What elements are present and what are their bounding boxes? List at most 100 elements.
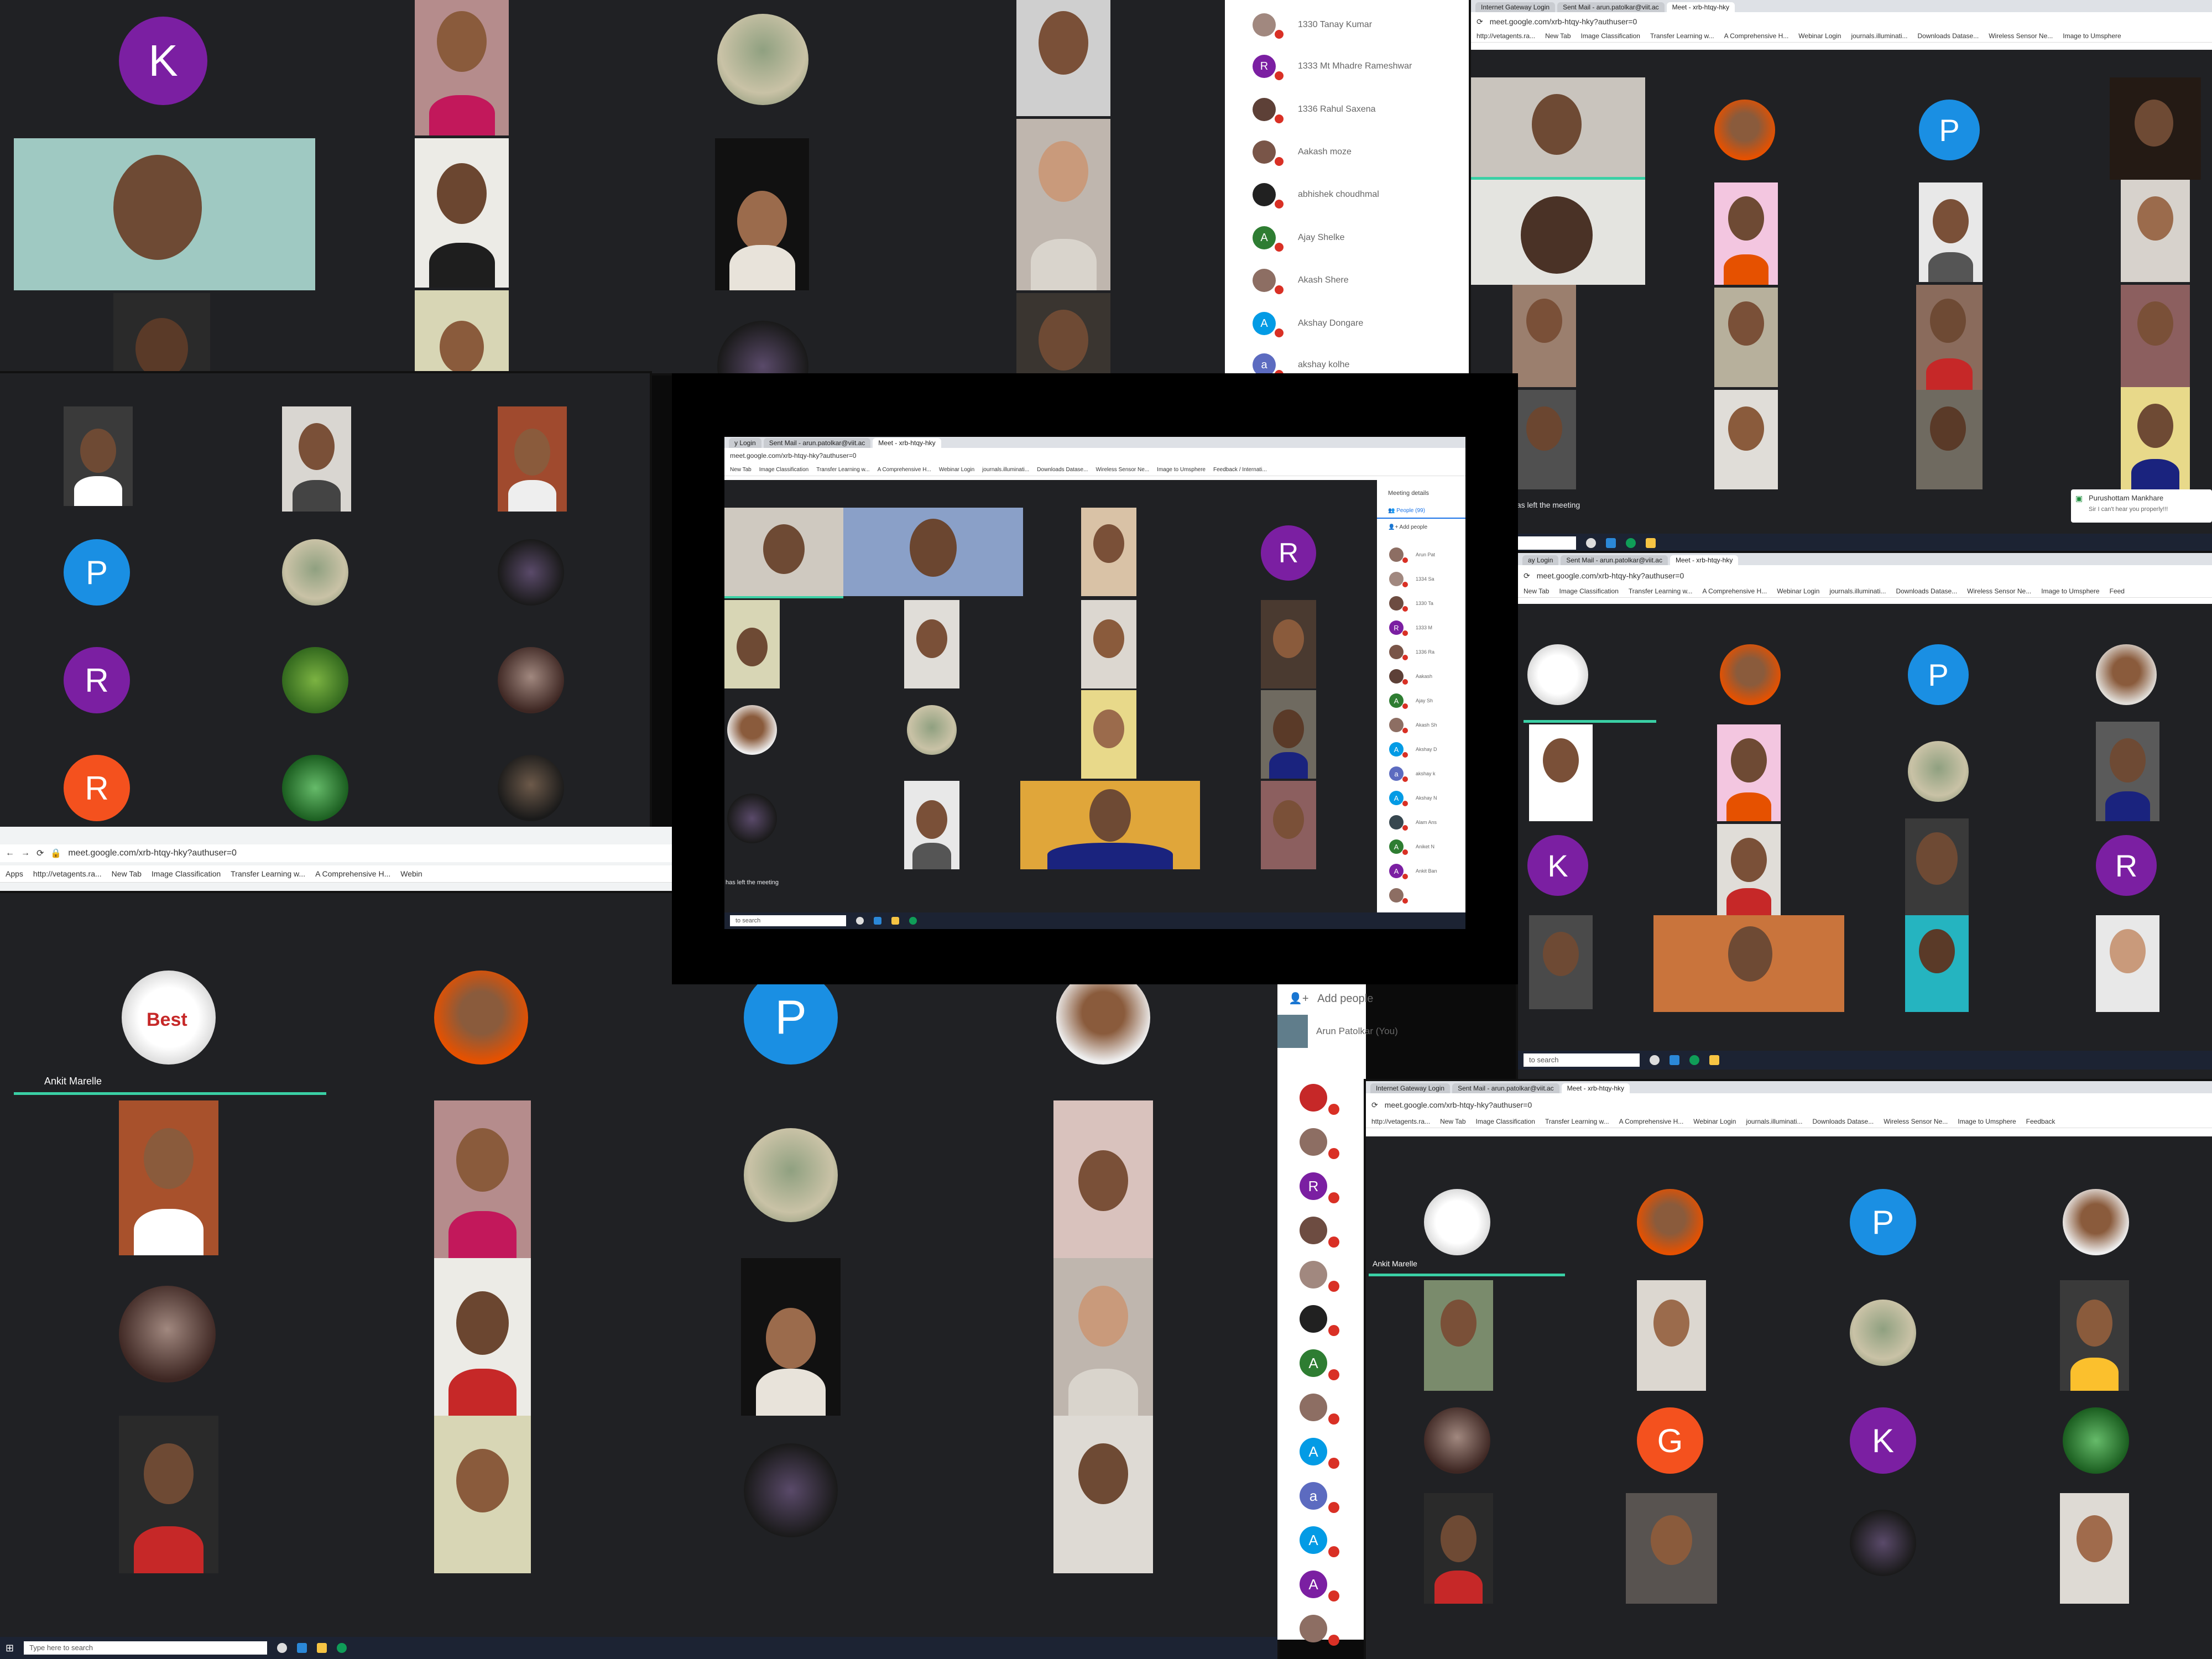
participant-row[interactable] [1277, 1123, 1366, 1161]
bookmark[interactable]: New Tab [1440, 1118, 1465, 1125]
bookmark[interactable]: New Tab [1545, 32, 1571, 40]
bookmark[interactable]: journals.illuminati... [1746, 1118, 1802, 1125]
participant-row[interactable]: 1330 Ta [1377, 592, 1465, 614]
browser-tab[interactable]: Internet Gateway Login [1475, 2, 1556, 12]
refresh-icon[interactable]: ⟳ [1371, 1100, 1378, 1110]
bookmark[interactable]: Downloads Datase... [1896, 587, 1957, 595]
participant-row[interactable] [1377, 884, 1465, 906]
bookmark[interactable]: Feedback [2026, 1118, 2056, 1125]
chrome-icon[interactable] [337, 1643, 347, 1653]
bookmark[interactable]: Webinar Login [1777, 587, 1819, 595]
bookmark[interactable]: Feedback / Internati... [1213, 467, 1267, 473]
bookmark[interactable]: Transfer Learning w... [816, 467, 869, 473]
bookmark[interactable]: journals.illuminati... [982, 467, 1029, 473]
participant-row[interactable]: Aakash moze [1225, 135, 1471, 169]
bookmark[interactable]: http://vetagents.ra... [1477, 32, 1535, 40]
bookmark[interactable]: Image to Umsphere [1958, 1118, 2016, 1125]
participant-row[interactable]: A Ankit Ban [1377, 860, 1465, 882]
participant-row[interactable]: abhishek choudhmal [1225, 178, 1471, 211]
bookmark[interactable]: Apps [6, 869, 23, 878]
add-people-row[interactable]: 👤+ Add people [1388, 524, 1427, 530]
participant-row[interactable]: Aakash [1377, 665, 1465, 687]
browser-tab[interactable]: ay Login [1522, 555, 1559, 565]
taskbar-search[interactable]: to search [1524, 1053, 1640, 1067]
bookmark[interactable]: Transfer Learning w... [1629, 587, 1693, 595]
address-bar[interactable]: ← → ⟳ 🔒 meet.google.com/xrb-htqy-hky?authuse… [0, 844, 672, 862]
bookmark[interactable]: Image Classification [1559, 587, 1618, 595]
bookmark[interactable]: Transfer Learning w... [1545, 1118, 1609, 1125]
add-people-row[interactable]: 👤+ Add people [1288, 992, 1443, 1005]
participant-row[interactable]: Akash Shere [1225, 264, 1471, 297]
browser-tab[interactable]: Sent Mail - arun.patolkar@viit.ac [1452, 1083, 1559, 1093]
participant-row[interactable]: A Aniket N [1377, 836, 1465, 858]
participant-row[interactable] [1277, 1300, 1366, 1338]
bookmark[interactable]: Image to Umsphere [2063, 32, 2121, 40]
participant-row[interactable]: R 1333 Mt Mhadre Rameshwar [1225, 50, 1471, 83]
folder-icon[interactable] [1646, 538, 1656, 548]
participant-row[interactable] [1277, 1078, 1366, 1117]
edge-icon[interactable] [1606, 538, 1616, 548]
bookmark[interactable]: Image to Umsphere [1157, 467, 1206, 473]
edge-icon[interactable] [1670, 1055, 1679, 1065]
address-bar[interactable]: meet.google.com/xrb-htqy-hky?authuser=0 [724, 449, 1465, 462]
refresh-icon[interactable]: ⟳ [36, 848, 44, 859]
taskbar-search[interactable]: to search [730, 915, 846, 926]
participant-row[interactable]: A [1277, 1432, 1366, 1471]
participant-row[interactable] [1277, 1609, 1366, 1648]
windows-start-icon[interactable]: ⊞ [6, 1642, 14, 1654]
bookmark[interactable]: Image Classification [759, 467, 808, 473]
participant-row[interactable]: A Akshay N [1377, 787, 1465, 809]
chrome-icon[interactable] [909, 917, 917, 925]
participant-row[interactable]: 1336 Ra [1377, 641, 1465, 663]
bookmark[interactable]: A Comprehensive H... [1724, 32, 1789, 40]
bookmark[interactable]: A Comprehensive H... [878, 467, 931, 473]
bookmark[interactable]: Downloads Datase... [1037, 467, 1088, 473]
bookmark[interactable]: A Comprehensive H... [315, 869, 390, 878]
bookmark[interactable]: Webinar Login [939, 467, 974, 473]
refresh-icon[interactable]: ⟳ [1477, 17, 1483, 27]
participant-row[interactable]: Arun Pat [1377, 544, 1465, 566]
participant-row[interactable]: A Akshay Dongare [1225, 307, 1471, 340]
bookmark[interactable]: http://vetagents.ra... [1371, 1118, 1430, 1125]
cortana-icon[interactable] [1586, 538, 1596, 548]
chat-notification[interactable]: ▣ Purushottam Mankhare Sir I can't hear … [2071, 489, 2212, 523]
bookmark[interactable]: New Tab [112, 869, 142, 878]
browser-tab[interactable]: Sent Mail - arun.patolkar@viit.ac [763, 438, 871, 448]
bookmark[interactable]: Wireless Sensor Ne... [1989, 32, 2053, 40]
participant-row[interactable] [1277, 1255, 1366, 1294]
taskbar-search[interactable]: Type here to search [24, 1641, 268, 1655]
bookmark[interactable]: Webinar Login [1693, 1118, 1736, 1125]
browser-tab[interactable]: Meet - xrb-htqy-hky [1670, 555, 1739, 565]
bookmark[interactable]: Wireless Sensor Ne... [1884, 1118, 1948, 1125]
participant-row[interactable]: A Ajay Sh [1377, 690, 1465, 712]
address-bar[interactable]: ⟳ meet.google.com/xrb-htqy-hky?authuser=0 [1471, 14, 2212, 29]
participant-row[interactable]: R [1277, 1167, 1366, 1206]
participant-row[interactable]: a akshay k [1377, 763, 1465, 785]
participant-row[interactable]: A [1277, 1344, 1366, 1383]
browser-tab[interactable]: Sent Mail - arun.patolkar@viit.ac [1557, 2, 1665, 12]
bookmark[interactable]: A Comprehensive H... [1703, 587, 1767, 595]
participant-row[interactable]: A Akshay D [1377, 738, 1465, 760]
bookmark[interactable]: Downloads Datase... [1813, 1118, 1874, 1125]
bookmark[interactable]: Image to Umsphere [2041, 587, 2099, 595]
cortana-icon[interactable] [856, 917, 864, 925]
participant-row[interactable]: Akash Sh [1377, 714, 1465, 736]
bookmark[interactable]: Feed [2110, 587, 2125, 595]
browser-tab[interactable]: Sent Mail - arun.patolkar@viit.ac [1561, 555, 1668, 565]
address-bar[interactable]: ⟳ meet.google.com/xrb-htqy-hky?authuser=0 [1366, 1098, 2212, 1112]
chrome-icon[interactable] [1689, 1055, 1699, 1065]
people-tab[interactable]: 👥 People (99) [1388, 508, 1425, 514]
bookmark[interactable]: Transfer Learning w... [231, 869, 305, 878]
bookmark[interactable]: New Tab [730, 467, 752, 473]
participant-row[interactable]: A Ajay Shelke [1225, 221, 1471, 254]
participant-row[interactable] [1277, 1388, 1366, 1427]
participant-row[interactable]: 1336 Rahul Saxena [1225, 93, 1471, 126]
bookmark[interactable]: Wireless Sensor Ne... [1095, 467, 1149, 473]
participant-row[interactable]: A [1277, 1565, 1366, 1604]
bookmark[interactable]: http://vetagents.ra... [33, 869, 102, 878]
folder-icon[interactable] [317, 1643, 327, 1653]
cortana-icon[interactable] [1650, 1055, 1660, 1065]
bookmark[interactable]: journals.illuminati... [1829, 587, 1886, 595]
bookmark[interactable]: Image Classification [152, 869, 221, 878]
participant-row[interactable]: 1330 Tanay Kumar [1225, 8, 1471, 41]
